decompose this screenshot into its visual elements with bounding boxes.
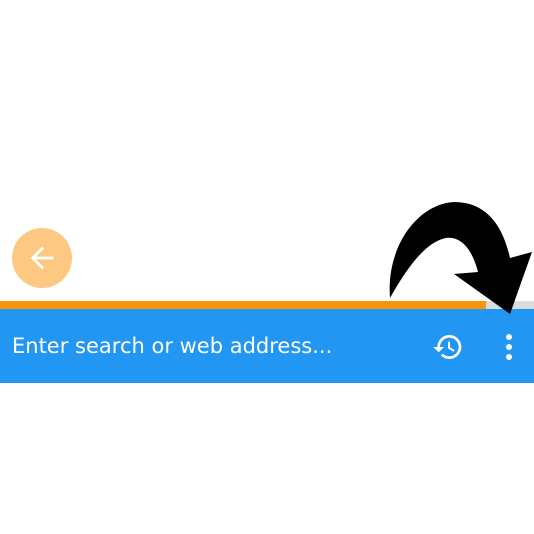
browser-screen: Enter search or web address... bbox=[0, 0, 534, 534]
curved-arrow-icon bbox=[389, 202, 532, 314]
back-button[interactable] bbox=[12, 228, 72, 288]
url-placeholder: Enter search or web address... bbox=[12, 334, 333, 358]
arrow-left-icon bbox=[30, 246, 54, 270]
more-vertical-icon bbox=[506, 334, 512, 360]
